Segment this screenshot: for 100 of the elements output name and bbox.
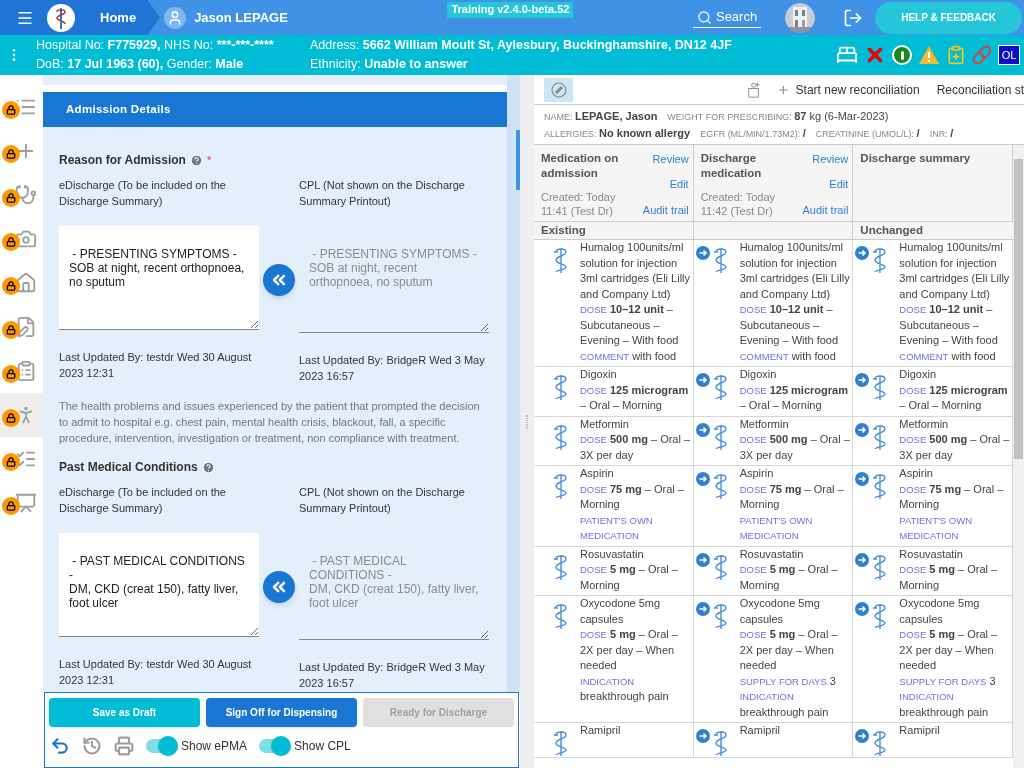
- drug-detail: DOSE 5 mg – Oral – Morning: [899, 562, 999, 593]
- review-link[interactable]: Review: [812, 151, 849, 168]
- audit-trail-link[interactable]: Audit trail: [642, 201, 689, 218]
- drug-name: Humalog 100units/ml solution for injection 3ml cartridges (Eli Lilly and Company Ltd): [580, 240, 691, 302]
- review-link[interactable]: Review: [652, 151, 689, 168]
- sidebar-icon: [14, 492, 37, 514]
- bed-icon[interactable]: [836, 44, 858, 66]
- panel-header: Admission Details: [43, 92, 507, 127]
- sidebar-item[interactable]: [0, 393, 43, 437]
- field-label: eDischarge (To be included on the Discharge Summary): [59, 178, 227, 209]
- help-icon[interactable]: [189, 153, 203, 167]
- group-label: Existing: [534, 222, 694, 239]
- drug-detail: DOSE 500 mg – Oral – 3X per day: [580, 432, 691, 463]
- drug-name: Ramipril: [739, 723, 781, 738]
- help-feedback-button[interactable]: HELP & FEEDBACK: [875, 1, 1022, 34]
- drug-detail: PATIENT'S OWN MEDICATION: [580, 513, 654, 543]
- pill-filter-button[interactable]: [544, 77, 574, 102]
- edit-link[interactable]: Edit: [829, 176, 849, 193]
- patient-detail: Address: 5662 William Moult St, Aylesbury, Buckinghamshire, DN12 4JF: [310, 37, 733, 54]
- lock-icon: [2, 189, 20, 207]
- search-button[interactable]: Search: [692, 7, 762, 28]
- required-mark: *: [206, 152, 212, 168]
- drug-name: Humalog 100units/ml solution for injection 3ml cartridges (Eli Lilly and Company Ltd): [899, 240, 1010, 302]
- patient-detail: DoB: 17 Jul 1963 (60), Gender: Male: [36, 56, 245, 73]
- drug-detail: INDICATION breakthrough pain: [580, 674, 670, 704]
- toggle-switch[interactable]: [259, 739, 288, 753]
- lock-icon: [2, 321, 20, 339]
- drug-detail: DOSE 125 microgram – Oral – Morning: [739, 382, 849, 413]
- patient-info: ALLERGIES: No known allergy: [544, 126, 691, 141]
- lock-icon: [2, 101, 20, 119]
- patient-detail: Hospital No: F775929, NHS No: ***-***-****: [36, 37, 275, 54]
- last-updated: Last Updated By: testdr Wed 30 August 2023 12:31: [59, 350, 253, 381]
- copy-left-button[interactable]: [263, 570, 295, 603]
- clipboard-icon[interactable]: [946, 45, 966, 65]
- patient-info: NAME: LEPAGE, Jason: [544, 109, 658, 124]
- lock-icon: [2, 453, 20, 471]
- action-button[interactable]: Sign Off for Dispensing: [206, 698, 357, 727]
- drug-detail: PATIENT'S OWN MEDICATION: [899, 513, 974, 543]
- patient-info: CREATININE (UMOL/L): /: [815, 126, 920, 141]
- text-area[interactable]: - PRESENTING SYMPTOMS - SOB at night, recent orthopnoea, no sputum: [59, 226, 259, 330]
- drug-name: Metformin: [739, 416, 790, 432]
- drug-detail: DOSE 75 mg – Oral – Morning: [580, 481, 685, 512]
- drug-detail: COMMENT with food: [899, 348, 997, 364]
- drug-name: Oxycodone 5mg capsules: [739, 596, 821, 627]
- last-updated: Last Updated By: BridgeR Wed 3 May 2023 16:57: [299, 353, 486, 384]
- drug-detail: DOSE 5 mg – Oral – 2X per day – When needed: [739, 627, 839, 673]
- sidebar-icon: [14, 184, 37, 206]
- reconciliation-status[interactable]: Reconciliation st: [936, 80, 1024, 99]
- help-text: The health problems and issues experienced by the patient that prompted the decision to admit to hospital e.g. chest pain, mental health crisis, blackout, fall, a specific procedure, intervention, investigation or treatment, non compliance with treatment.: [59, 399, 481, 446]
- drug-detail: INDICATION breakthrough pain: [899, 690, 989, 720]
- drug-detail: DOSE 75 mg – Oral – Morning: [899, 481, 1005, 512]
- drug-name: Digoxin: [899, 367, 937, 382]
- audit-trail-link[interactable]: Audit trail: [802, 201, 849, 218]
- lock-icon: [2, 233, 20, 251]
- sidebar-icon: [14, 228, 37, 250]
- text-area[interactable]: - PAST MEDICAL CONDITIONS - DM, CKD (creat 150), fatty liver, foot ulcer: [59, 533, 259, 637]
- drug-detail: DOSE 5 mg – Oral – 2X per day – When needed: [580, 627, 679, 673]
- drug-name: Digoxin: [739, 367, 778, 382]
- pill-icon: [550, 81, 567, 98]
- drug-name: Metformin: [580, 416, 630, 432]
- undo-icon[interactable]: [50, 736, 70, 756]
- drug-name: Aspirin: [899, 466, 934, 481]
- action-button[interactable]: Save as Draft: [49, 698, 200, 727]
- last-updated: Last Updated By: testdr Wed 30 August 2023 12:31: [59, 657, 253, 688]
- patient-name: Jason LEPAGE: [194, 8, 288, 27]
- drug-name: Aspirin: [580, 466, 615, 481]
- field-label: eDischarge (To be included on the Discharge Summary): [59, 485, 227, 516]
- drug-detail: DOSE 5 mg – Oral – Morning: [739, 562, 839, 593]
- help-icon[interactable]: [201, 460, 215, 474]
- drug-name: Rosuvastatin: [899, 546, 964, 562]
- logout-icon[interactable]: [843, 7, 864, 28]
- drug-name: Aspirin: [739, 466, 775, 481]
- patient-info: EGFR (ML/MIN/1.73M2): /: [700, 126, 806, 141]
- drug-detail: DOSE 5 mg – Oral – 2X per day – When needed: [899, 627, 999, 673]
- start-reconciliation-link[interactable]: Start new reconciliation: [795, 80, 920, 99]
- text-area: - PAST MEDICAL CONDITIONS - DM, CKD (creat 150), fatty liver, foot ulcer: [299, 533, 489, 640]
- environment-label: Training v2.4.0-beta.52: [447, 1, 574, 18]
- copy-left-button[interactable]: [263, 263, 295, 296]
- drug-detail: DOSE 500 mg – Oral – 3X per day: [739, 432, 851, 463]
- home-link[interactable]: Home: [100, 7, 137, 28]
- patient-info: INR: /: [929, 126, 954, 141]
- created-info: Created: Today 11:41 (Test Dr): [541, 190, 617, 218]
- patient-detail: Ethnicity: Unable to answer: [310, 56, 469, 73]
- lock-icon: [2, 497, 20, 515]
- last-updated: Last Updated By: BridgeR Wed 3 May 2023 16:57: [299, 660, 486, 691]
- lock-icon: [2, 409, 20, 427]
- drug-detail: DOSE 75 mg – Oral – Morning: [739, 481, 845, 512]
- search-icon: [696, 9, 712, 25]
- edit-link[interactable]: Edit: [669, 176, 689, 193]
- section-title: Reason for Admission: [59, 152, 186, 169]
- drug-detail: DOSE 125 microgram – Oral – Morning: [899, 382, 1009, 413]
- group-label: Unchanged: [859, 223, 924, 238]
- warning-icon[interactable]: [918, 45, 940, 65]
- user-initials-badge[interactable]: OL: [998, 45, 1020, 65]
- lock-icon: [2, 145, 20, 163]
- drug-detail: SUPPLY FOR DAYS 3: [739, 673, 837, 689]
- drug-detail: DOSE 500 mg – Oral – 3X per day: [899, 432, 1010, 463]
- lock-icon: [2, 365, 20, 383]
- field-label: CPL (Not shown on the Discharge Summary Printout): [299, 178, 466, 209]
- drug-detail: COMMENT with food: [580, 348, 678, 364]
